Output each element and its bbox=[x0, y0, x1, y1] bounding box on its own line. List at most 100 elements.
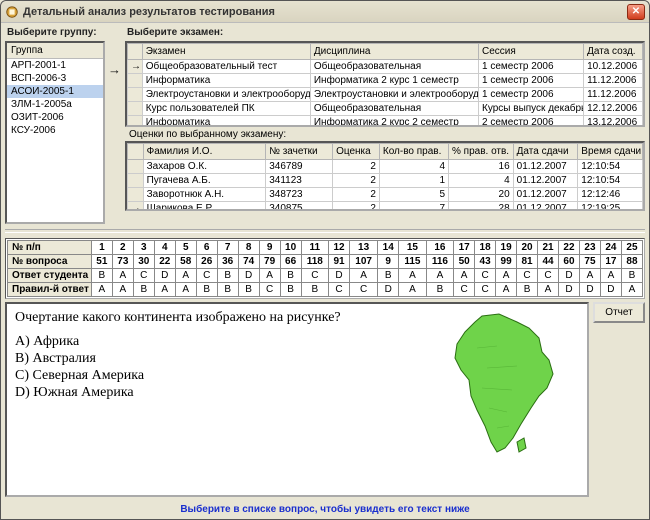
answer-student[interactable]: C bbox=[538, 269, 559, 283]
answer-correct[interactable]: A bbox=[621, 283, 642, 297]
answer-qnum[interactable]: 22 bbox=[154, 255, 175, 269]
answer-student[interactable]: B bbox=[621, 269, 642, 283]
answer-num[interactable]: 2 bbox=[112, 241, 133, 255]
scores-grid[interactable]: Фамилия И.О. № зачетки Оценка Кол-во пра… bbox=[125, 141, 645, 211]
answer-correct[interactable]: A bbox=[112, 283, 133, 297]
exam-col[interactable]: Дата созд. bbox=[584, 44, 643, 60]
answer-num[interactable]: 17 bbox=[454, 241, 475, 255]
answer-qnum[interactable]: 30 bbox=[133, 255, 154, 269]
answer-student[interactable]: C bbox=[475, 269, 496, 283]
answer-correct[interactable]: B bbox=[196, 283, 217, 297]
answers-grid[interactable]: № п/п12345678910111213141516171819202122… bbox=[5, 238, 645, 299]
answer-qnum[interactable]: 118 bbox=[301, 255, 328, 269]
answer-num[interactable]: 23 bbox=[579, 241, 600, 255]
exam-col[interactable]: Дисциплина bbox=[310, 44, 478, 60]
answer-num[interactable]: 20 bbox=[517, 241, 538, 255]
answer-student[interactable]: A bbox=[426, 269, 453, 283]
answer-correct[interactable]: A bbox=[399, 283, 426, 297]
answer-num[interactable]: 18 bbox=[475, 241, 496, 255]
answer-num[interactable]: 11 bbox=[301, 241, 328, 255]
answer-correct[interactable]: D bbox=[600, 283, 621, 297]
answer-correct[interactable]: B bbox=[426, 283, 453, 297]
answer-correct[interactable]: C bbox=[259, 283, 280, 297]
answer-num[interactable]: 19 bbox=[496, 241, 517, 255]
answer-student[interactable]: A bbox=[259, 269, 280, 283]
answer-qnum[interactable]: 75 bbox=[579, 255, 600, 269]
answer-correct[interactable]: B bbox=[517, 283, 538, 297]
table-row[interactable]: Курс пользователей ПКОбщеобразовательная… bbox=[128, 102, 643, 116]
answer-qnum[interactable]: 115 bbox=[399, 255, 426, 269]
group-list[interactable]: Группа АРП-2001-1 ВСП-2006-3 АСОИ-2005-1… bbox=[5, 41, 105, 224]
answer-qnum[interactable]: 51 bbox=[91, 255, 112, 269]
answer-num[interactable]: 22 bbox=[559, 241, 580, 255]
answer-correct[interactable]: D bbox=[378, 283, 399, 297]
answer-qnum[interactable]: 91 bbox=[329, 255, 350, 269]
answer-student[interactable]: A bbox=[496, 269, 517, 283]
scores-col[interactable]: % прав. отв. bbox=[449, 144, 514, 160]
answer-num[interactable]: 6 bbox=[196, 241, 217, 255]
answer-qnum[interactable]: 43 bbox=[475, 255, 496, 269]
answer-student[interactable]: B bbox=[217, 269, 238, 283]
answer-student[interactable]: B bbox=[91, 269, 112, 283]
answer-num[interactable]: 25 bbox=[621, 241, 642, 255]
answer-correct[interactable]: C bbox=[329, 283, 350, 297]
answer-qnum[interactable]: 81 bbox=[517, 255, 538, 269]
answer-correct[interactable]: B bbox=[301, 283, 328, 297]
scores-col[interactable]: Время сдачи bbox=[578, 144, 643, 160]
answer-student[interactable]: A bbox=[350, 269, 378, 283]
group-item[interactable]: АСОИ-2005-1 bbox=[7, 85, 103, 98]
scores-col[interactable]: Дата сдачи bbox=[513, 144, 578, 160]
answer-num[interactable]: 21 bbox=[538, 241, 559, 255]
group-item[interactable]: ЗЛМ-1-2005а bbox=[7, 98, 103, 111]
answer-qnum[interactable]: 73 bbox=[112, 255, 133, 269]
answer-student[interactable]: C bbox=[133, 269, 154, 283]
answer-student[interactable]: B bbox=[280, 269, 301, 283]
answer-qnum[interactable]: 116 bbox=[426, 255, 453, 269]
answer-qnum[interactable]: 88 bbox=[621, 255, 642, 269]
answer-correct[interactable]: A bbox=[175, 283, 196, 297]
answer-qnum[interactable]: 50 bbox=[454, 255, 475, 269]
answer-num[interactable]: 24 bbox=[600, 241, 621, 255]
answer-student[interactable]: A bbox=[579, 269, 600, 283]
answer-num[interactable]: 3 bbox=[133, 241, 154, 255]
answer-num[interactable]: 5 bbox=[175, 241, 196, 255]
answer-qnum[interactable]: 58 bbox=[175, 255, 196, 269]
answer-qnum[interactable]: 36 bbox=[217, 255, 238, 269]
answer-correct[interactable]: D bbox=[559, 283, 580, 297]
answer-num[interactable]: 9 bbox=[259, 241, 280, 255]
answer-num[interactable]: 16 bbox=[426, 241, 453, 255]
table-row[interactable]: ИнформатикаИнформатика 2 курс 1 семестр1… bbox=[128, 74, 643, 88]
answer-student[interactable]: D bbox=[559, 269, 580, 283]
answer-student[interactable]: A bbox=[399, 269, 426, 283]
answer-correct[interactable]: B bbox=[133, 283, 154, 297]
answer-qnum[interactable]: 60 bbox=[559, 255, 580, 269]
answer-correct[interactable]: B bbox=[238, 283, 259, 297]
scores-col[interactable]: Фамилия И.О. bbox=[143, 144, 266, 160]
answer-student[interactable]: C bbox=[196, 269, 217, 283]
group-item[interactable]: АРП-2001-1 bbox=[7, 59, 103, 72]
answer-correct[interactable]: B bbox=[280, 283, 301, 297]
answer-student[interactable]: A bbox=[175, 269, 196, 283]
answer-qnum[interactable]: 17 bbox=[600, 255, 621, 269]
answer-correct[interactable]: B bbox=[217, 283, 238, 297]
answer-student[interactable]: C bbox=[301, 269, 328, 283]
group-item[interactable]: ВСП-2006-3 bbox=[7, 72, 103, 85]
answer-qnum[interactable]: 74 bbox=[238, 255, 259, 269]
answer-num[interactable]: 7 bbox=[217, 241, 238, 255]
table-row[interactable]: →Шарикова Е.Р.340875272801.12.200712:19:… bbox=[128, 202, 643, 212]
answer-qnum[interactable]: 107 bbox=[350, 255, 378, 269]
answer-correct[interactable]: C bbox=[475, 283, 496, 297]
answer-student[interactable]: A bbox=[600, 269, 621, 283]
answer-num[interactable]: 15 bbox=[399, 241, 426, 255]
answer-num[interactable]: 1 bbox=[91, 241, 112, 255]
answer-correct[interactable]: A bbox=[496, 283, 517, 297]
answer-qnum[interactable]: 79 bbox=[259, 255, 280, 269]
answer-student[interactable]: C bbox=[517, 269, 538, 283]
answer-correct[interactable]: A bbox=[91, 283, 112, 297]
answer-correct[interactable]: A bbox=[538, 283, 559, 297]
scores-col[interactable]: Кол-во прав. bbox=[379, 144, 448, 160]
answer-num[interactable]: 14 bbox=[378, 241, 399, 255]
answer-qnum[interactable]: 66 bbox=[280, 255, 301, 269]
group-item[interactable]: ОЗИТ-2006 bbox=[7, 111, 103, 124]
table-row[interactable]: Заворотнюк А.Н.348723252001.12.200712:12… bbox=[128, 188, 643, 202]
